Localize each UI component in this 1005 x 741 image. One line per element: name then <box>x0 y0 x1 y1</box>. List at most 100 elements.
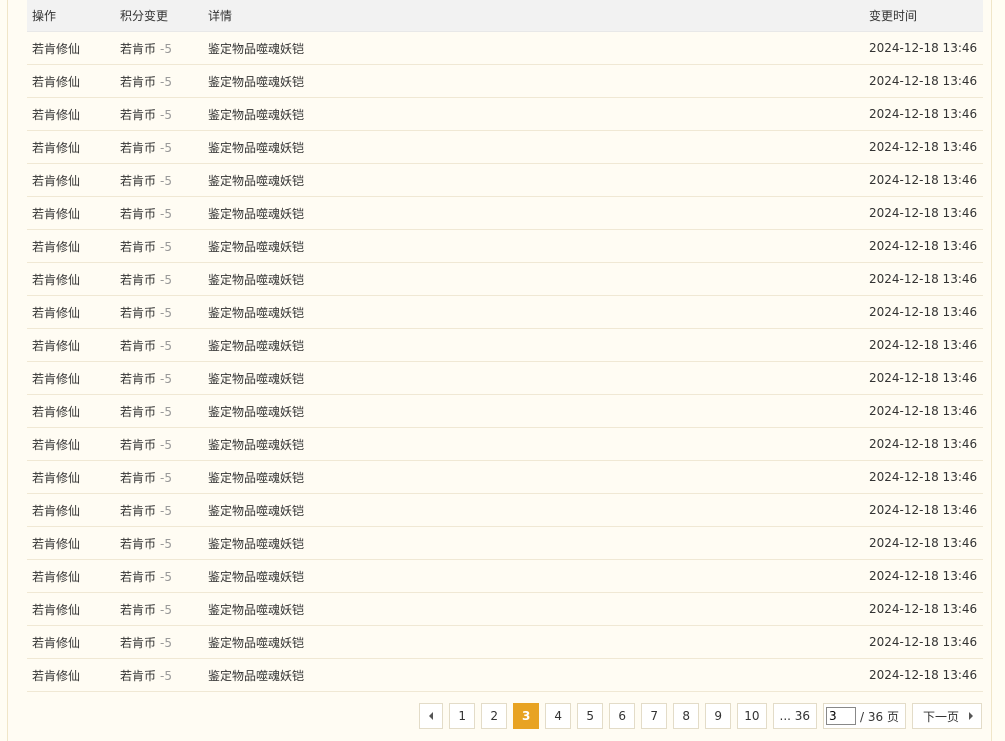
page-jump-input[interactable] <box>826 707 857 725</box>
row-points-change: 若肯币 -5 <box>115 139 203 156</box>
row-detail: 鉴定物品噬魂妖铠 <box>208 536 305 551</box>
row-points-change: 若肯币 -5 <box>115 634 203 651</box>
row-delta: -5 <box>160 668 172 683</box>
row-points-change: 若肯币 -5 <box>115 370 203 387</box>
row-delta: -5 <box>160 602 172 617</box>
row-points-change: 若肯币 -5 <box>115 502 203 519</box>
row-currency: 若肯币 <box>120 602 157 617</box>
row-currency: 若肯币 <box>120 107 157 122</box>
row-action: 若肯修仙 <box>32 305 81 320</box>
page-button-6[interactable]: 6 <box>609 703 636 729</box>
row-action: 若肯修仙 <box>32 437 81 452</box>
row-currency: 若肯币 <box>120 470 157 485</box>
last-page-button[interactable]: ... 36 <box>772 703 818 729</box>
table-row: 若肯修仙 若肯币 -5 鉴定物品噬魂妖铠 2024-12-18 13:46 <box>27 461 983 494</box>
row-delta: -5 <box>160 239 172 254</box>
row-points-change: 若肯币 -5 <box>115 436 203 453</box>
row-delta: -5 <box>160 371 172 386</box>
row-currency: 若肯币 <box>120 404 157 419</box>
row-delta: -5 <box>160 536 172 551</box>
header-points-change: 积分变更 <box>120 9 169 23</box>
page-button-3[interactable]: 3 <box>513 703 540 729</box>
row-time: 2024-12-18 13:46 <box>869 140 978 154</box>
row-action: 若肯修仙 <box>32 173 81 188</box>
table-row: 若肯修仙 若肯币 -5 鉴定物品噬魂妖铠 2024-12-18 13:46 <box>27 230 983 263</box>
row-detail: 鉴定物品噬魂妖铠 <box>208 635 305 650</box>
row-delta: -5 <box>160 503 172 518</box>
row-points-change: 若肯币 -5 <box>115 40 203 57</box>
row-action: 若肯修仙 <box>32 602 81 617</box>
table-row: 若肯修仙 若肯币 -5 鉴定物品噬魂妖铠 2024-12-18 13:46 <box>27 626 983 659</box>
table-row: 若肯修仙 若肯币 -5 鉴定物品噬魂妖铠 2024-12-18 13:46 <box>27 263 983 296</box>
page-button-9[interactable]: 9 <box>705 703 732 729</box>
row-time: 2024-12-18 13:46 <box>869 305 978 319</box>
row-delta: -5 <box>160 206 172 221</box>
next-page-button[interactable]: 下一页 <box>911 703 982 729</box>
table-row: 若肯修仙 若肯币 -5 鉴定物品噬魂妖铠 2024-12-18 13:46 <box>27 362 983 395</box>
total-pages-label: / 36 页 <box>860 709 899 724</box>
page-button-5[interactable]: 5 <box>577 703 604 729</box>
table-row: 若肯修仙 若肯币 -5 鉴定物品噬魂妖铠 2024-12-18 13:46 <box>27 131 983 164</box>
row-detail: 鉴定物品噬魂妖铠 <box>208 206 305 221</box>
row-currency: 若肯币 <box>120 338 157 353</box>
table-row: 若肯修仙 若肯币 -5 鉴定物品噬魂妖铠 2024-12-18 13:46 <box>27 329 983 362</box>
row-action: 若肯修仙 <box>32 404 81 419</box>
row-action: 若肯修仙 <box>32 470 81 485</box>
points-log-panel: 操作 积分变更 详情 变更时间 若肯修仙 若肯币 -5 鉴定物品噬魂妖铠 2024-12… <box>7 0 992 741</box>
table-row: 若肯修仙 若肯币 -5 鉴定物品噬魂妖铠 2024-12-18 13:46 <box>27 197 983 230</box>
row-action: 若肯修仙 <box>32 272 81 287</box>
table-row: 若肯修仙 若肯币 -5 鉴定物品噬魂妖铠 2024-12-18 13:46 <box>27 527 983 560</box>
row-detail: 鉴定物品噬魂妖铠 <box>208 173 305 188</box>
page-button-10[interactable]: 10 <box>737 703 767 729</box>
row-detail: 鉴定物品噬魂妖铠 <box>208 437 305 452</box>
triangle-left-icon <box>429 712 434 720</box>
row-time: 2024-12-18 13:46 <box>869 536 978 550</box>
page-button-7[interactable]: 7 <box>641 703 668 729</box>
table-row: 若肯修仙 若肯币 -5 鉴定物品噬魂妖铠 2024-12-18 13:46 <box>27 296 983 329</box>
row-time: 2024-12-18 13:46 <box>869 602 978 616</box>
row-currency: 若肯币 <box>120 569 157 584</box>
row-action: 若肯修仙 <box>32 206 81 221</box>
row-time: 2024-12-18 13:46 <box>869 503 978 517</box>
row-currency: 若肯币 <box>120 668 157 683</box>
table-row: 若肯修仙 若肯币 -5 鉴定物品噬魂妖铠 2024-12-18 13:46 <box>27 65 983 98</box>
row-time: 2024-12-18 13:46 <box>869 635 978 649</box>
row-time: 2024-12-18 13:46 <box>869 338 978 352</box>
row-detail: 鉴定物品噬魂妖铠 <box>208 503 305 518</box>
row-detail: 鉴定物品噬魂妖铠 <box>208 239 305 254</box>
row-action: 若肯修仙 <box>32 338 81 353</box>
row-detail: 鉴定物品噬魂妖铠 <box>208 140 305 155</box>
row-detail: 鉴定物品噬魂妖铠 <box>208 602 305 617</box>
prev-page-button[interactable] <box>419 703 444 729</box>
row-currency: 若肯币 <box>120 41 157 56</box>
row-delta: -5 <box>160 173 172 188</box>
row-time: 2024-12-18 13:46 <box>869 272 978 286</box>
row-action: 若肯修仙 <box>32 569 81 584</box>
row-points-change: 若肯币 -5 <box>115 172 203 189</box>
table-body: 若肯修仙 若肯币 -5 鉴定物品噬魂妖铠 2024-12-18 13:46 若肯修仙 若肯币… <box>27 32 983 692</box>
table-row: 若肯修仙 若肯币 -5 鉴定物品噬魂妖铠 2024-12-18 13:46 <box>27 395 983 428</box>
page-button-8[interactable]: 8 <box>673 703 700 729</box>
row-time: 2024-12-18 13:46 <box>869 239 978 253</box>
row-currency: 若肯币 <box>120 503 157 518</box>
page-button-1[interactable]: 1 <box>449 703 476 729</box>
row-points-change: 若肯币 -5 <box>115 205 203 222</box>
row-time: 2024-12-18 13:46 <box>869 173 978 187</box>
page-button-4[interactable]: 4 <box>545 703 572 729</box>
table-header: 操作 积分变更 详情 变更时间 <box>27 0 983 32</box>
row-delta: -5 <box>160 437 172 452</box>
row-delta: -5 <box>160 140 172 155</box>
row-detail: 鉴定物品噬魂妖铠 <box>208 41 305 56</box>
triangle-right-icon <box>969 712 973 720</box>
row-time: 2024-12-18 13:46 <box>869 41 978 55</box>
page-button-2[interactable]: 2 <box>481 703 508 729</box>
row-detail: 鉴定物品噬魂妖铠 <box>208 404 305 419</box>
row-delta: -5 <box>160 305 172 320</box>
table-row: 若肯修仙 若肯币 -5 鉴定物品噬魂妖铠 2024-12-18 13:46 <box>27 164 983 197</box>
row-action: 若肯修仙 <box>32 536 81 551</box>
points-log-table: 操作 积分变更 详情 变更时间 若肯修仙 若肯币 -5 鉴定物品噬魂妖铠 2024-12… <box>27 0 983 692</box>
row-time: 2024-12-18 13:46 <box>869 206 978 220</box>
row-currency: 若肯币 <box>120 371 157 386</box>
table-row: 若肯修仙 若肯币 -5 鉴定物品噬魂妖铠 2024-12-18 13:46 <box>27 593 983 626</box>
row-time: 2024-12-18 13:46 <box>869 470 978 484</box>
